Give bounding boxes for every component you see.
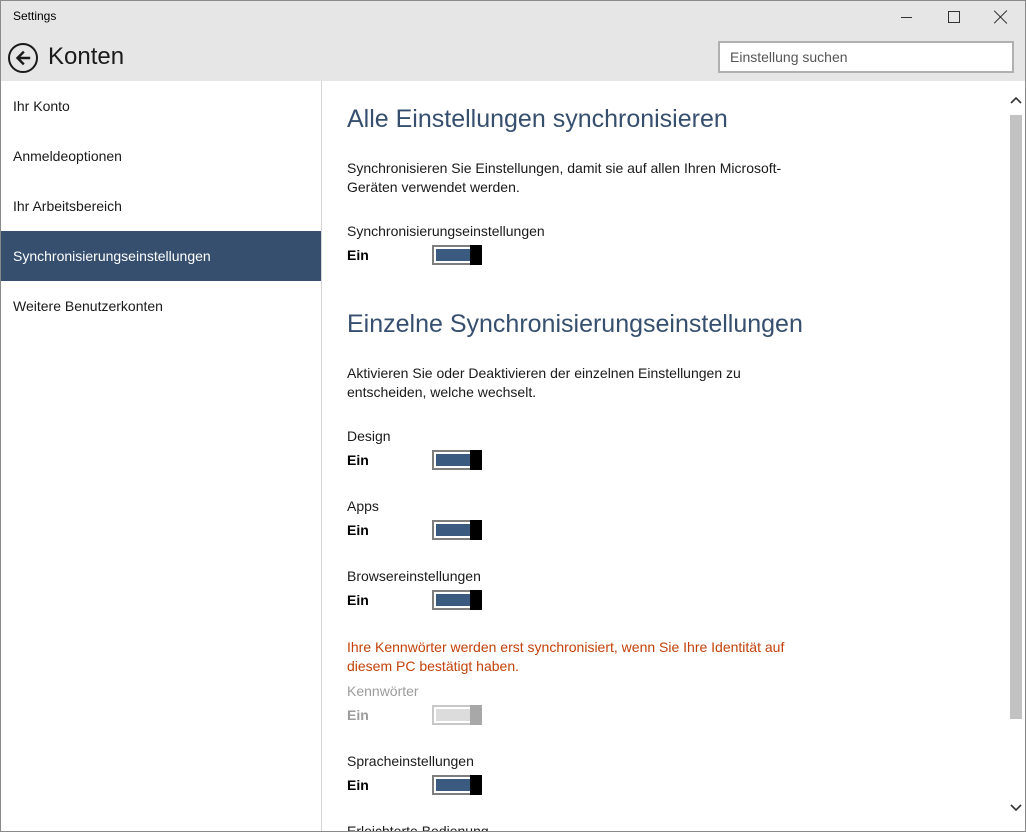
back-button[interactable] <box>8 43 38 73</box>
vertical-scrollbar[interactable] <box>1007 81 1025 831</box>
toggle-track <box>436 779 470 791</box>
sidebar-item-ihr-konto[interactable]: Ihr Konto <box>1 81 321 131</box>
scroll-down-arrow-icon[interactable] <box>1010 803 1022 813</box>
maximize-icon <box>948 11 960 23</box>
toggle-passwords <box>432 705 482 725</box>
toggle-browser[interactable] <box>432 590 482 610</box>
toggle-sync-settings[interactable] <box>432 245 482 265</box>
setting-state-sync: Ein <box>347 247 369 263</box>
setting-state-passwords: Ein <box>347 707 369 723</box>
toggle-knob <box>470 520 482 540</box>
minimize-button[interactable] <box>883 1 929 33</box>
page-title: Konten <box>48 43 125 70</box>
setting-label-design: Design <box>347 428 391 444</box>
close-icon <box>994 10 1008 24</box>
section-description-individual: Aktivieren Sie oder Deaktivieren der ein… <box>347 365 741 400</box>
toggle-track <box>436 454 470 466</box>
sidebar-item-weitere-benutzerkonten[interactable]: Weitere Benutzerkonten <box>1 281 321 331</box>
setting-state-design: Ein <box>347 452 369 468</box>
main-content: Alle Einstellungen synchronisieren Synch… <box>323 81 1007 832</box>
section-heading-all-settings: Alle Einstellungen synchronisieren <box>347 105 728 133</box>
toggle-knob <box>470 775 482 795</box>
toggle-design[interactable] <box>432 450 482 470</box>
toggle-track <box>436 594 470 606</box>
maximize-button[interactable] <box>931 1 977 33</box>
sidebar: Ihr Konto Anmeldeoptionen Ihr Arbeitsber… <box>1 81 322 831</box>
toggle-knob <box>470 245 482 265</box>
settings-window: Settings Konten Ihr Konto Anmeldeoptione… <box>0 0 1026 832</box>
setting-state-language: Ein <box>347 777 369 793</box>
toggle-track <box>436 249 470 261</box>
toggle-language[interactable] <box>432 775 482 795</box>
toggle-knob <box>470 450 482 470</box>
setting-state-apps: Ein <box>347 522 369 538</box>
scroll-up-arrow-icon[interactable] <box>1010 95 1022 105</box>
sidebar-item-anmeldeoptionen[interactable]: Anmeldeoptionen <box>1 131 321 181</box>
window-title: Settings <box>13 9 57 23</box>
setting-label-browser: Browsereinstellungen <box>347 568 481 584</box>
section-description-all-settings: Synchronisieren Sie Einstellungen, damit… <box>347 160 782 195</box>
toggle-knob <box>470 705 482 725</box>
setting-label-passwords: Kennwörter <box>347 683 419 699</box>
setting-label-language: Spracheinstellungen <box>347 753 474 769</box>
toggle-knob <box>470 590 482 610</box>
back-arrow-icon <box>15 50 31 66</box>
section-heading-individual: Einzelne Synchronisierungseinstellungen <box>347 310 803 338</box>
setting-label-apps: Apps <box>347 498 379 514</box>
minimize-icon <box>900 16 912 18</box>
scrollbar-thumb[interactable] <box>1010 115 1022 719</box>
close-button[interactable] <box>978 1 1024 33</box>
setting-state-browser: Ein <box>347 592 369 608</box>
sidebar-item-synchronisierung[interactable]: Synchronisierungseinstellungen <box>1 231 321 281</box>
password-warning: Ihre Kennwörter werden erst synchronisie… <box>347 639 785 674</box>
toggle-apps[interactable] <box>432 520 482 540</box>
sidebar-item-arbeitsbereich[interactable]: Ihr Arbeitsbereich <box>1 181 321 231</box>
page-header: Konten <box>1 33 1025 81</box>
title-bar: Settings <box>1 1 1025 33</box>
toggle-track <box>436 524 470 536</box>
toggle-track <box>436 709 470 721</box>
setting-label-sync: Synchronisierungseinstellungen <box>347 223 545 239</box>
setting-label-accessibility: Erleichterte Bedienung <box>347 823 489 832</box>
search-input[interactable] <box>718 41 1014 73</box>
